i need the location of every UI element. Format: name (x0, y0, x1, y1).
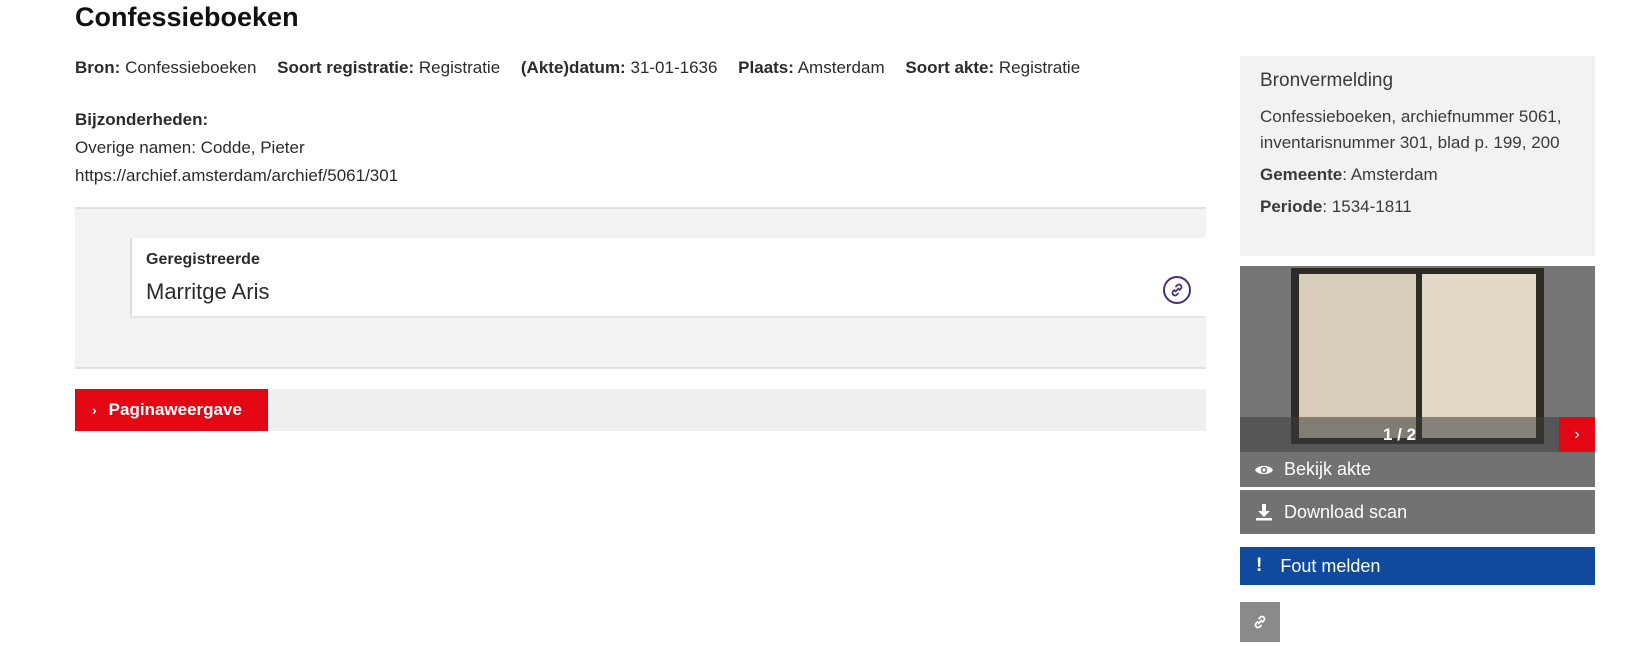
link-icon[interactable] (1163, 276, 1191, 304)
view-record-label: Bekijk akte (1284, 459, 1372, 479)
record-details: Bijzonderheden: Overige namen: Codde, Pi… (75, 106, 398, 190)
download-icon (1252, 503, 1276, 521)
registrations-panel: Geregistreerde Marritge Aris (75, 207, 1206, 369)
source-citation-text: Confessieboeken, archiefnummer 5061, inv… (1260, 107, 1562, 152)
share-link-button[interactable] (1240, 602, 1280, 642)
meta-aktedatum: (Akte)datum: 31-01-1636 (520, 58, 718, 77)
period: Periode: 1534-1811 (1260, 197, 1412, 216)
paging-bar: › Paginaweergave (75, 389, 1206, 431)
page-view-label: Paginaweergave (108, 400, 242, 419)
scan-counter: 1 / 2 (1240, 417, 1559, 452)
source-citation: Bronvermelding Confessieboeken, archiefn… (1240, 56, 1595, 256)
report-error-label: Fout melden (1280, 555, 1381, 576)
scan-page-left (1299, 274, 1416, 438)
record-meta: Bron: Confessieboeken Soort registratie:… (75, 58, 1096, 78)
exclamation-icon: ! (1256, 555, 1263, 576)
chevron-right-icon: › (92, 402, 97, 418)
link-icon (1254, 615, 1266, 629)
meta-bron: Bron: Confessieboeken (75, 58, 257, 77)
registered-name[interactable]: Marritge Aris (146, 279, 269, 305)
chevron-right-icon: › (1574, 425, 1580, 443)
scan-viewer: 1 / 2 › (1240, 266, 1595, 452)
registered-person-card: Geregistreerde Marritge Aris (130, 238, 1206, 318)
scan-next-button[interactable]: › (1559, 417, 1595, 452)
archive-url[interactable]: https://archief.amsterdam/archief/5061/3… (75, 162, 398, 190)
meta-plaats: Plaats: Amsterdam (738, 58, 885, 77)
meta-soort-registratie: Soort registratie: Registratie (277, 58, 501, 77)
meta-soort-akte: Soort akte: Registratie (905, 58, 1081, 77)
page-view-button[interactable]: › Paginaweergave (75, 389, 268, 431)
download-scan-button[interactable]: Download scan (1240, 490, 1595, 534)
scan-page-right (1422, 274, 1536, 438)
page-title: Confessieboeken (75, 2, 299, 32)
eye-icon (1252, 463, 1276, 477)
municipality: Gemeente: Amsterdam (1260, 165, 1438, 184)
source-citation-title: Bronvermelding (1260, 70, 1394, 91)
details-label: Bijzonderheden: (75, 110, 209, 129)
view-record-button[interactable]: Bekijk akte (1240, 452, 1595, 487)
report-error-button[interactable]: ! Fout melden (1240, 547, 1595, 585)
sidebar: Bronvermelding Confessieboeken, archiefn… (1240, 56, 1595, 256)
registered-label: Geregistreerde (146, 251, 260, 268)
other-names: Overige namen: Codde, Pieter (75, 138, 305, 157)
download-scan-label: Download scan (1284, 501, 1408, 522)
